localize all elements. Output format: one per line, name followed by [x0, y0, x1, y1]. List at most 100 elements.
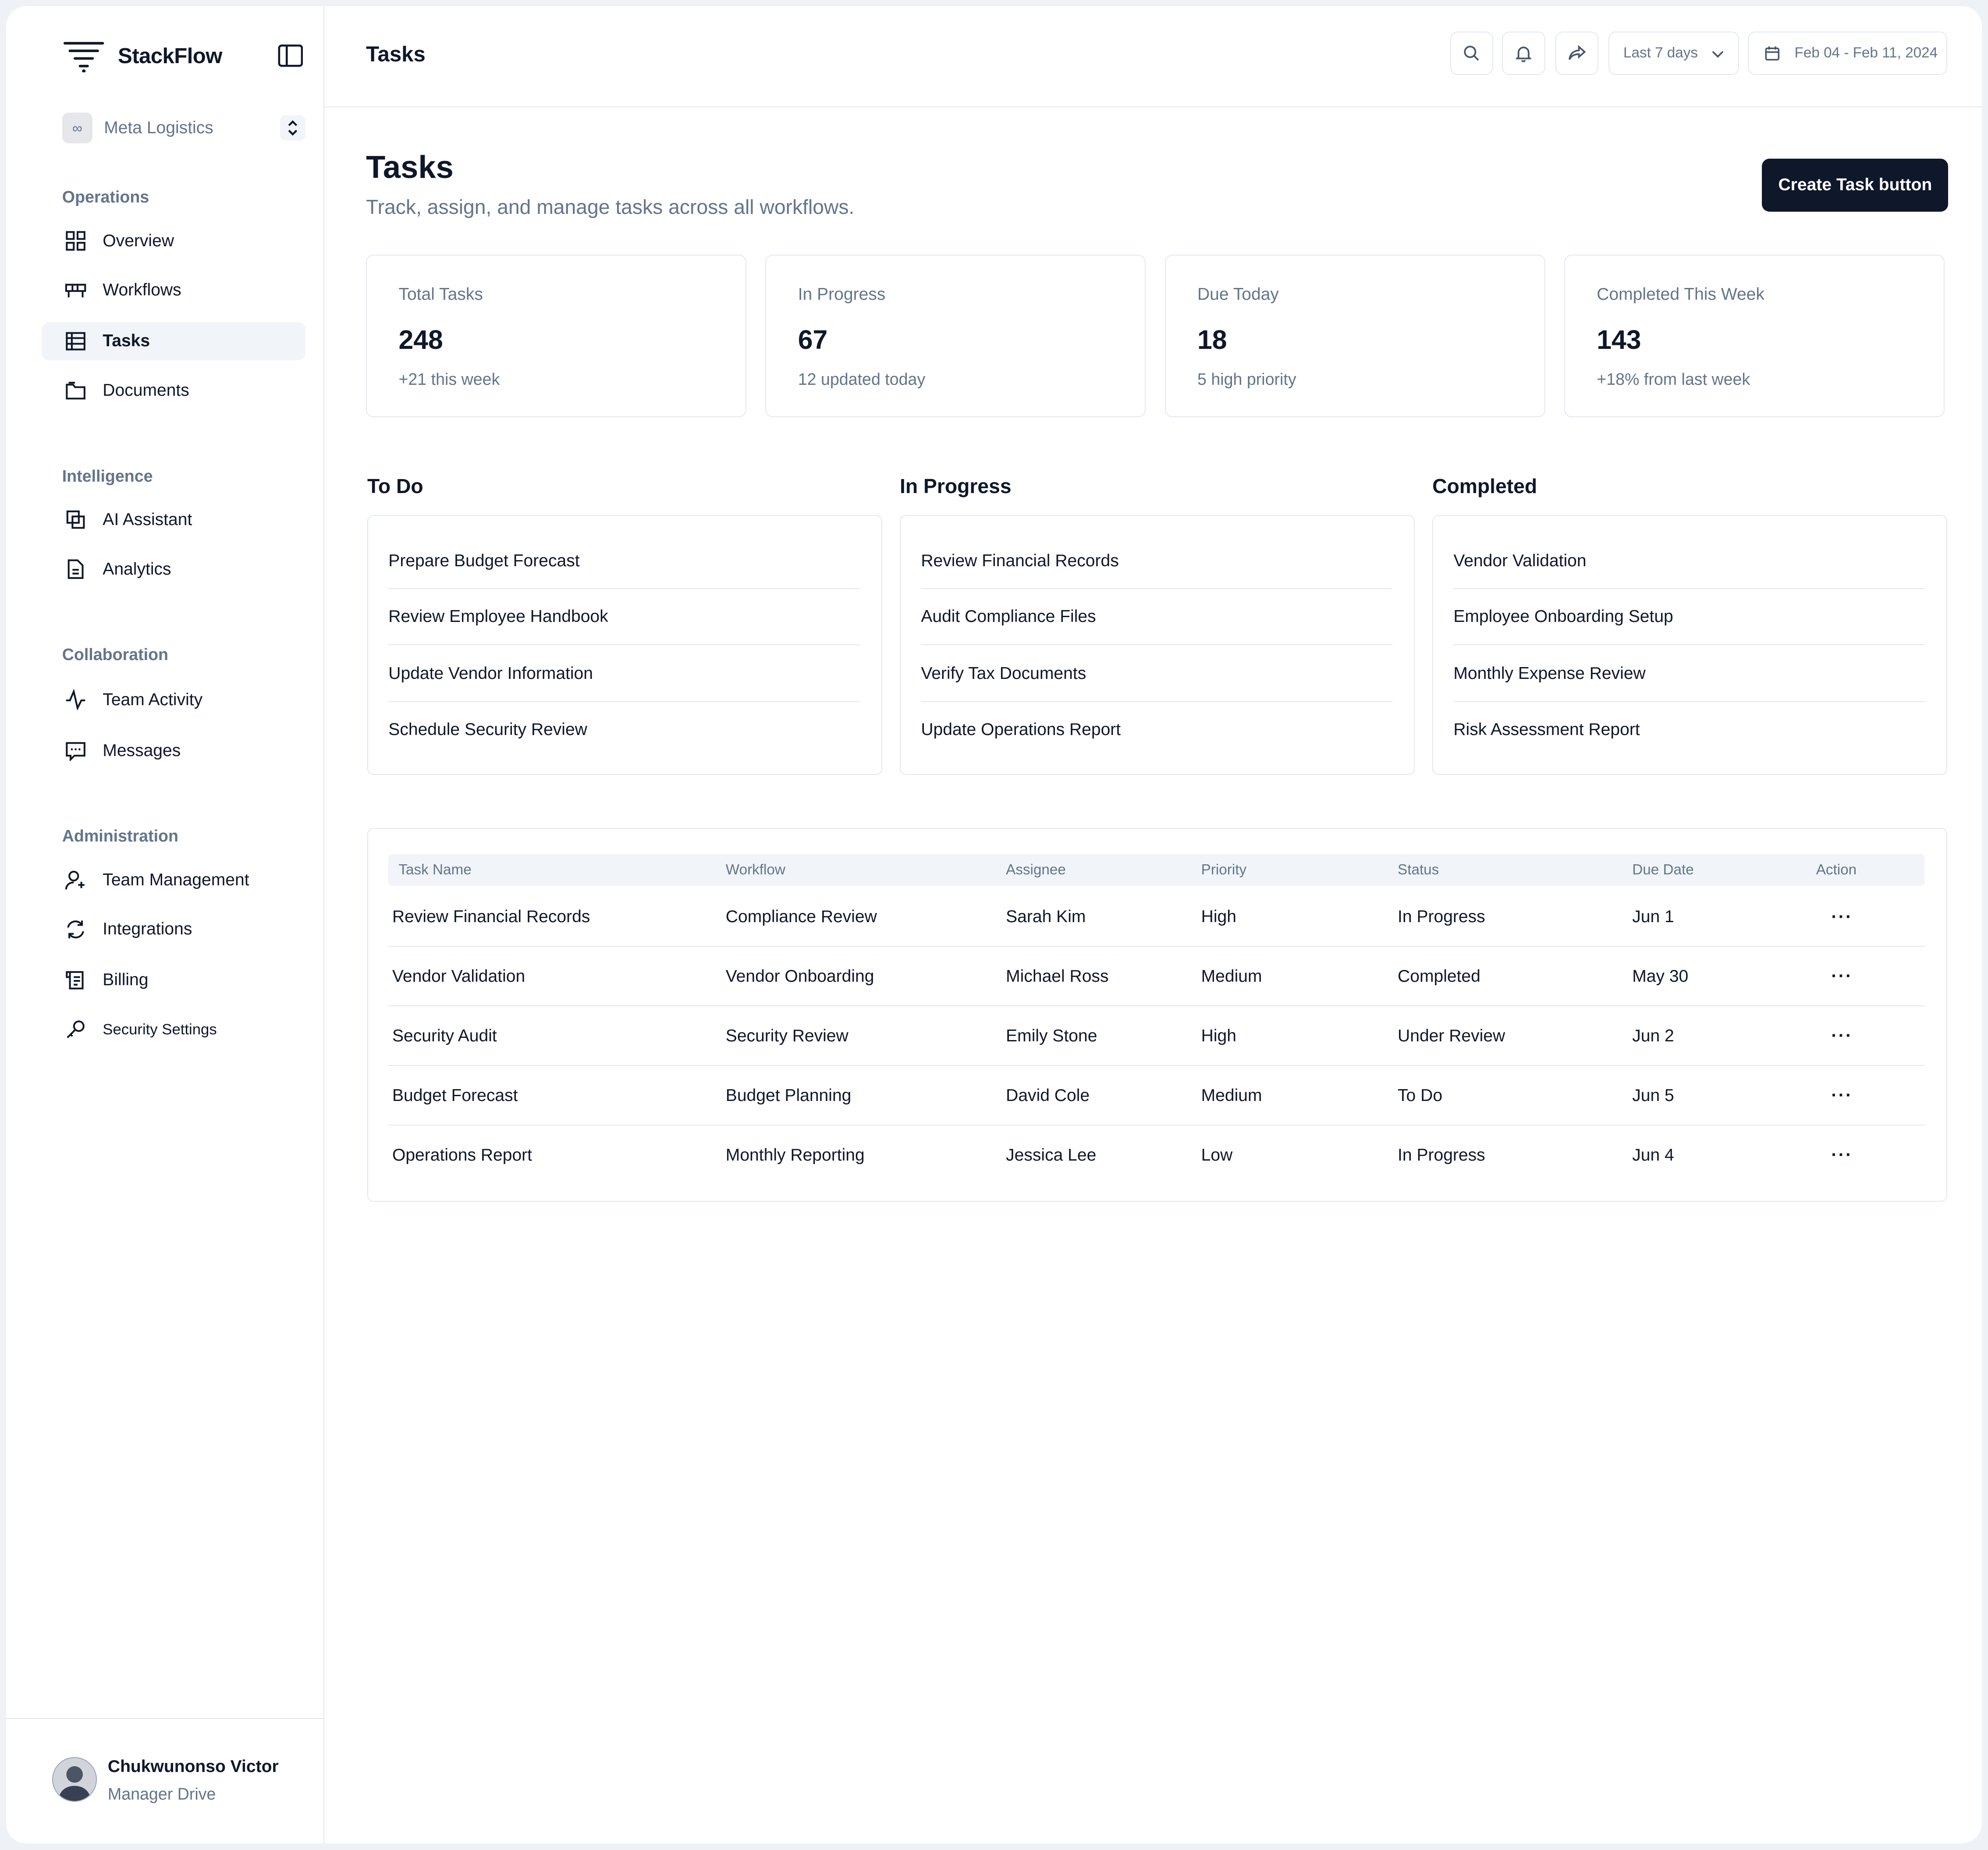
stat-value: 248 [398, 324, 443, 355]
column-header[interactable]: Priority [1201, 862, 1246, 878]
board-item[interactable]: Review Employee Handbook [388, 589, 860, 645]
time-range-select[interactable]: Last 7 days [1608, 32, 1740, 75]
sidebar-item-label: Workflows [103, 281, 181, 300]
create-task-button[interactable]: Create Task button [1762, 158, 1949, 212]
sidebar-item-label: Documents [103, 380, 189, 400]
cell-assignee: Emily Stone [1006, 1026, 1097, 1046]
sidebar-item-analytics[interactable]: Analytics [42, 550, 305, 589]
cell-task-name: Security Audit [392, 1026, 497, 1046]
workspace-switcher[interactable]: ∞ Meta Logistics [62, 110, 306, 146]
board-item[interactable]: Review Financial Records [921, 533, 1393, 589]
board-column-title: In Progress [900, 474, 1012, 497]
search-icon [1464, 46, 1479, 61]
board-item[interactable]: Update Operations Report [921, 702, 1392, 758]
activity-icon [66, 689, 85, 711]
board-item[interactable]: Vendor Validation [1453, 533, 1925, 589]
users-icon [65, 870, 85, 890]
section-intelligence: Intelligence [62, 466, 153, 485]
cell-priority: Medium [1201, 967, 1262, 986]
user-name: Chukwunonso Victor [107, 1757, 279, 1776]
table-header: Task Name Workflow Assignee Priority Sta… [388, 854, 1925, 886]
sidebar-item-messages[interactable]: Messages [42, 731, 305, 770]
table-row[interactable]: Budget Forecast Budget Planning David Co… [388, 1066, 1925, 1126]
more-actions-icon[interactable]: ··· [1831, 906, 1853, 927]
cell-priority: High [1201, 907, 1236, 927]
sidebar-item-team-activity[interactable]: Team Activity [42, 681, 305, 719]
more-actions-icon[interactable]: ··· [1831, 1025, 1853, 1046]
board-item[interactable]: Monthly Expense Review [1453, 646, 1925, 702]
sidebar-item-integrations[interactable]: Integrations [42, 910, 305, 948]
date-range-picker[interactable]: Feb 04 - Feb 11, 2024 [1748, 32, 1947, 75]
board-item[interactable]: Audit Compliance Files [921, 589, 1393, 645]
sidebar-toggle-icon[interactable] [278, 44, 303, 67]
user-profile[interactable]: Chukwunonso Victor Manager Drive [6, 1718, 323, 1843]
cell-workflow: Budget Planning [725, 1086, 852, 1105]
cell-priority: Medium [1201, 1086, 1262, 1105]
cell-priority: Low [1201, 1146, 1233, 1165]
board-item[interactable]: Prepare Budget Forecast [388, 533, 860, 589]
cell-workflow: Monthly Reporting [725, 1146, 865, 1165]
column-header[interactable]: Task Name [398, 862, 471, 878]
board-column-completed: Vendor Validation Employee Onboarding Se… [1432, 515, 1947, 775]
board-item[interactable]: Risk Assessment Report [1453, 702, 1925, 758]
more-actions-icon[interactable]: ··· [1831, 1085, 1853, 1105]
section-collaboration: Collaboration [62, 645, 169, 664]
column-header[interactable]: Status [1398, 862, 1439, 878]
key-icon [66, 1020, 85, 1039]
user-role: Manager Drive [107, 1785, 216, 1804]
app-window: StackFlow ∞ Meta Logistics Operations Ov… [6, 6, 1982, 1844]
cell-assignee: Jessica Lee [1006, 1146, 1097, 1165]
share-button[interactable] [1555, 32, 1599, 75]
bell-icon [1515, 46, 1532, 62]
table-row[interactable]: Review Financial Records Compliance Revi… [388, 887, 1925, 947]
table-row[interactable]: Security Audit Security Review Emily Sto… [388, 1006, 1925, 1066]
stat-card-total-tasks: Total Tasks 248 +21 this week [366, 255, 746, 417]
board-column-title: To Do [367, 474, 423, 497]
board-item[interactable]: Update Vendor Information [388, 646, 860, 702]
column-header[interactable]: Assignee [1006, 862, 1066, 878]
cell-task-name: Vendor Validation [392, 967, 525, 986]
notifications-button[interactable] [1502, 32, 1545, 75]
sidebar-item-tasks[interactable]: Tasks [42, 322, 306, 360]
sidebar-item-label: Security Settings [103, 1021, 217, 1038]
table-row[interactable]: Vendor Validation Vendor Onboarding Mich… [388, 947, 1925, 1007]
time-range-value: Last 7 days [1623, 45, 1698, 61]
board-item[interactable]: Employee Onboarding Setup [1453, 589, 1925, 645]
stat-card-in-progress: In Progress 67 12 updated today [765, 255, 1146, 417]
receipt-icon [65, 971, 84, 990]
sidebar-item-workflows[interactable]: Workflows [42, 271, 305, 309]
stat-card-completed-this-week: Completed This Week 143 +18% from last w… [1564, 255, 1945, 417]
sidebar-item-security-settings[interactable]: Security Settings [42, 1011, 305, 1049]
stat-value: 67 [798, 324, 828, 355]
cell-assignee: David Cole [1006, 1086, 1090, 1105]
cell-status: In Progress [1398, 907, 1485, 927]
cell-assignee: Sarah Kim [1006, 907, 1086, 927]
sidebar-item-label: Tasks [103, 331, 150, 351]
sidebar-item-documents[interactable]: Documents [42, 372, 305, 410]
top-bar: Tasks Last 7 days Feb 04 - Feb 11, 2024 [324, 6, 1982, 107]
tasks-table: Task Name Workflow Assignee Priority Sta… [367, 828, 1947, 1202]
top-bar-title: Tasks [366, 42, 426, 67]
more-actions-icon[interactable]: ··· [1831, 966, 1853, 986]
brand[interactable]: StackFlow [62, 39, 223, 72]
sidebar-item-team-management[interactable]: Team Management [42, 861, 305, 899]
board-item[interactable]: Schedule Security Review [388, 702, 860, 758]
sidebar-item-ai-assistant[interactable]: AI Assistant [42, 501, 305, 539]
sidebar-item-billing[interactable]: Billing [42, 961, 305, 999]
calendar-icon [1765, 46, 1780, 61]
search-button[interactable] [1450, 32, 1493, 75]
cell-task-name: Review Financial Records [392, 907, 590, 927]
stat-value: 18 [1197, 324, 1227, 355]
chevrons-up-down-icon [280, 115, 306, 141]
table-row[interactable]: Operations Report Monthly Reporting Jess… [388, 1126, 1925, 1185]
board-item[interactable]: Verify Tax Documents [921, 646, 1393, 702]
more-actions-icon[interactable]: ··· [1831, 1144, 1853, 1165]
message-icon [65, 742, 85, 762]
sidebar-item-overview[interactable]: Overview [42, 222, 305, 260]
column-header[interactable]: Workflow [726, 862, 785, 878]
column-header[interactable]: Due Date [1632, 862, 1693, 878]
sidebar-item-label: Team Activity [103, 690, 203, 709]
tasks-icon [65, 332, 85, 350]
stat-note: +21 this week [398, 369, 500, 388]
stat-note: 12 updated today [798, 369, 926, 388]
